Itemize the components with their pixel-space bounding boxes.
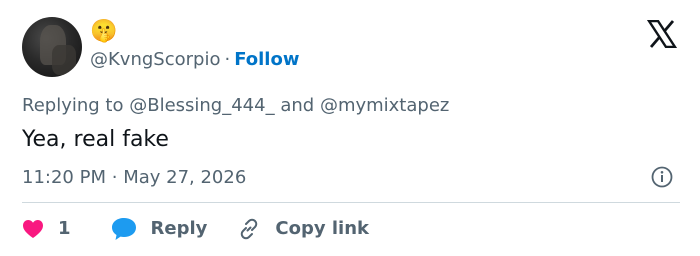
copy-link-label: Copy link xyxy=(275,218,369,239)
display-name[interactable]: 🤫 xyxy=(90,20,117,44)
user-handle[interactable]: @KvngScorpio xyxy=(90,49,220,70)
replying-conjunction: and xyxy=(280,95,315,116)
replying-prefix: Replying to xyxy=(22,95,124,116)
handle-separator: · xyxy=(224,49,231,70)
avatar[interactable] xyxy=(22,17,82,77)
reply-label: Reply xyxy=(150,218,208,239)
heart-icon xyxy=(23,220,43,238)
link-icon xyxy=(241,218,258,240)
copy-link-button[interactable]: Copy link xyxy=(237,217,369,241)
timestamp-separator: · xyxy=(111,167,118,188)
follow-button[interactable]: Follow xyxy=(234,49,299,70)
mention-link-2[interactable]: @mymixtapez xyxy=(320,95,449,116)
avatar-figure-secondary xyxy=(52,45,76,75)
mention-link-1[interactable]: @Blessing_444_ xyxy=(129,95,274,116)
like-button[interactable]: 1 xyxy=(22,217,111,241)
like-count: 1 xyxy=(58,218,71,239)
reply-button[interactable]: Reply xyxy=(111,217,238,241)
action-bar: 1 Reply Copy link xyxy=(22,214,369,244)
handle-row: @KvngScorpio · Follow xyxy=(90,48,299,72)
timestamp[interactable]: 11:20 PM · May 27, 2026 xyxy=(22,166,246,190)
info-icon[interactable] xyxy=(651,166,673,188)
speech-bubble-icon xyxy=(111,218,136,240)
tweet-time: 11:20 PM xyxy=(22,167,106,188)
tweet-date: May 27, 2026 xyxy=(123,167,247,188)
tweet-text: Yea, real fake xyxy=(22,127,169,152)
x-logo-icon[interactable] xyxy=(647,20,677,48)
replying-to: Replying to @Blessing_444_ and @mymixtap… xyxy=(22,94,449,118)
divider xyxy=(22,202,680,203)
